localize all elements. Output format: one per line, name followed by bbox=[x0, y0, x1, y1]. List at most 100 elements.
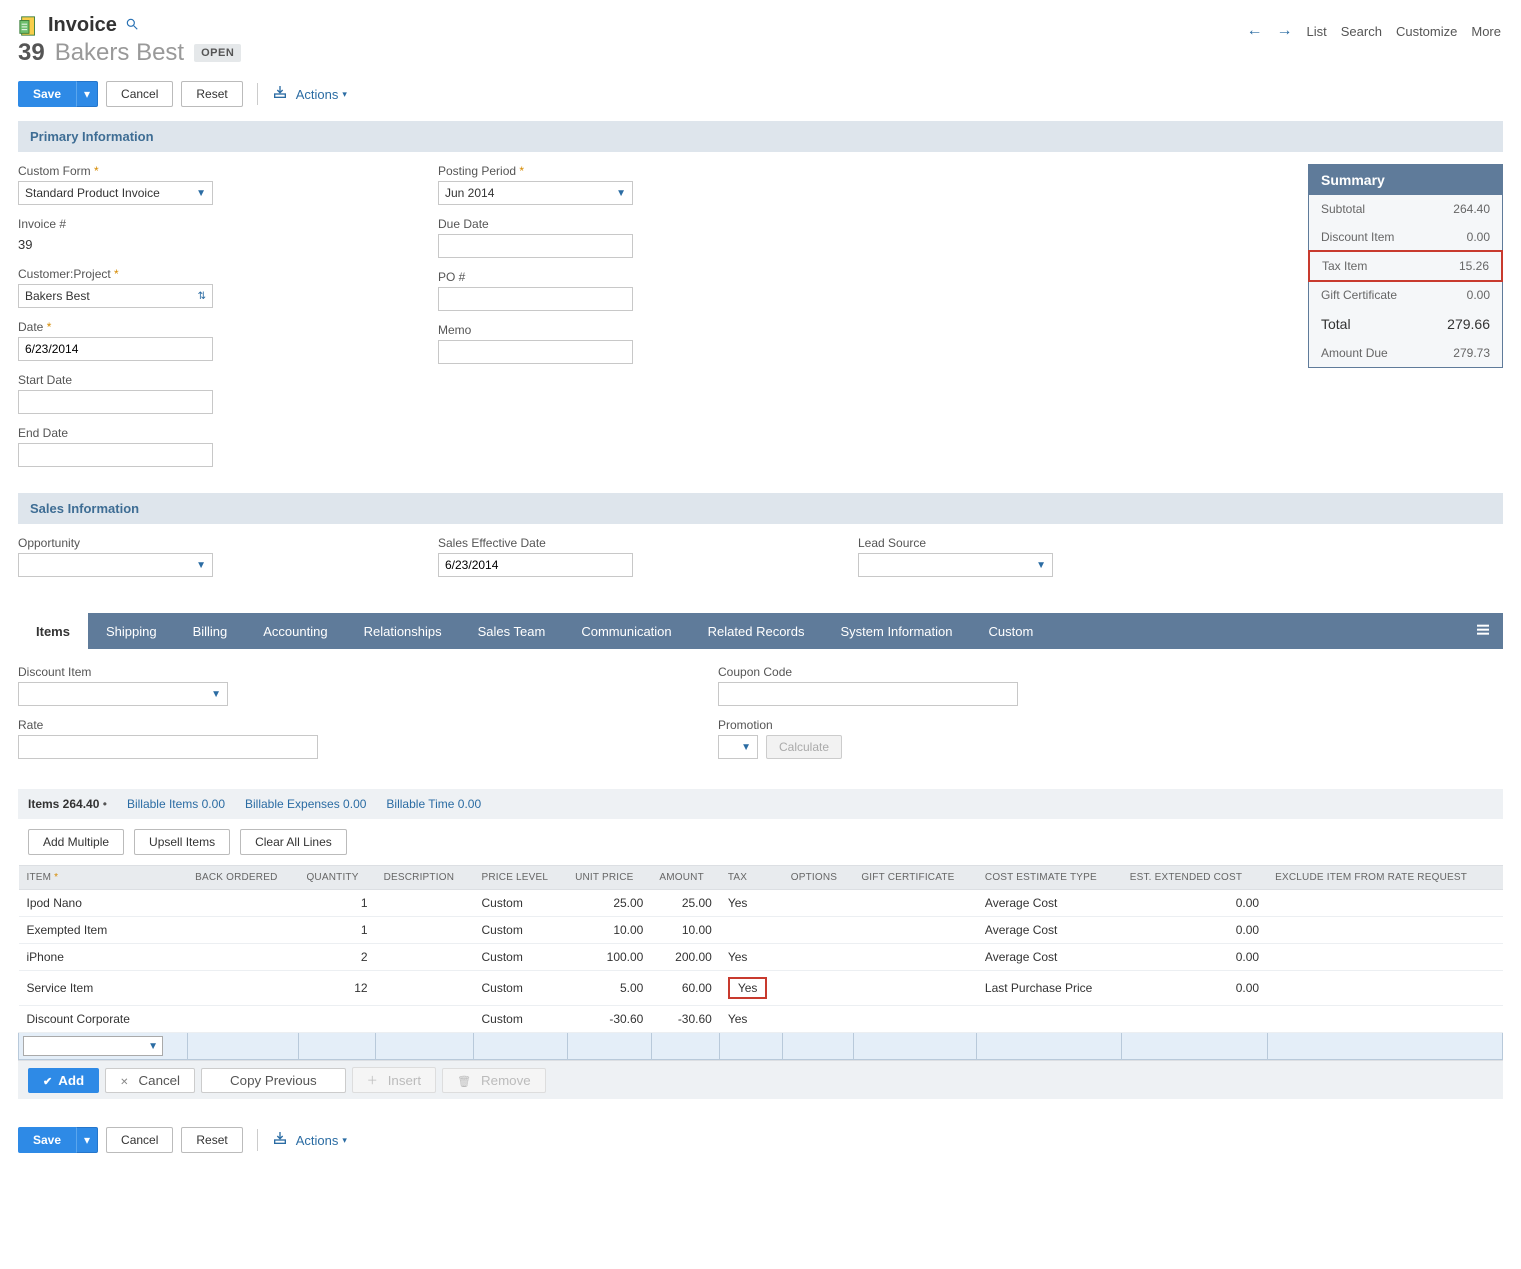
col-gift[interactable]: Gift Certificate bbox=[853, 866, 977, 890]
tab-menu-icon[interactable] bbox=[1463, 622, 1503, 641]
tab-custom[interactable]: Custom bbox=[970, 613, 1051, 649]
memo-input[interactable] bbox=[438, 340, 633, 364]
summary-gift-value: 0.00 bbox=[1467, 288, 1490, 302]
discount-item-label: Discount Item bbox=[18, 665, 318, 679]
new-item-select[interactable]: ▼ bbox=[23, 1036, 163, 1056]
nav-forward-icon[interactable]: → bbox=[1277, 22, 1293, 40]
opportunity-select[interactable]: ▼ bbox=[18, 553, 213, 577]
col-tax[interactable]: Tax bbox=[720, 866, 783, 890]
status-badge: OPEN bbox=[194, 44, 241, 62]
record-number: 39 bbox=[18, 39, 45, 67]
items-summary-bar: Items 264.40 • Billable Items 0.00 Billa… bbox=[18, 789, 1503, 819]
footer-cancel-button[interactable]: Cancel bbox=[106, 1127, 173, 1153]
tab-accounting[interactable]: Accounting bbox=[245, 613, 345, 649]
section-primary-info: Primary Information bbox=[18, 121, 1503, 152]
col-desc[interactable]: Description bbox=[376, 866, 474, 890]
col-extcost[interactable]: Est. Extended Cost bbox=[1122, 866, 1267, 890]
tab-communication[interactable]: Communication bbox=[563, 613, 689, 649]
footer-actions-menu[interactable]: Actions▾ bbox=[296, 1133, 347, 1148]
line-items-grid: Item Back Ordered Quantity Description P… bbox=[18, 865, 1503, 1060]
summary-tax-label: Tax Item bbox=[1322, 259, 1367, 273]
summary-total-label: Total bbox=[1321, 316, 1351, 332]
new-line-row[interactable]: ▼ bbox=[19, 1033, 1503, 1060]
table-row[interactable]: Service Item12Custom5.0060.00YesLast Pur… bbox=[19, 971, 1503, 1006]
row-copy-button[interactable]: Copy Previous bbox=[201, 1068, 346, 1093]
add-multiple-button[interactable]: Add Multiple bbox=[28, 829, 124, 855]
table-row[interactable]: Discount CorporateCustom-30.60-30.60Yes bbox=[19, 1006, 1503, 1033]
customer-label: Customer:Project bbox=[18, 267, 398, 281]
discount-item-select[interactable]: ▼ bbox=[18, 682, 228, 706]
coupon-label: Coupon Code bbox=[718, 665, 1018, 679]
tab-system-information[interactable]: System Information bbox=[822, 613, 970, 649]
cancel-button[interactable]: Cancel bbox=[106, 81, 173, 107]
due-input[interactable] bbox=[438, 234, 633, 258]
summary-due-value: 279.73 bbox=[1453, 346, 1490, 360]
coupon-input[interactable] bbox=[718, 682, 1018, 706]
calculate-button[interactable]: Calculate bbox=[766, 735, 842, 759]
due-label: Due Date bbox=[438, 217, 818, 231]
tab-related-records[interactable]: Related Records bbox=[690, 613, 823, 649]
start-date-input[interactable] bbox=[18, 390, 213, 414]
tab-shipping[interactable]: Shipping bbox=[88, 613, 175, 649]
po-input[interactable] bbox=[438, 287, 633, 311]
upsell-button[interactable]: Upsell Items bbox=[134, 829, 230, 855]
footer-save-dropdown-icon[interactable]: ▾ bbox=[76, 1127, 98, 1153]
custom-form-label: Custom Form bbox=[18, 164, 398, 178]
footer-actions-icon[interactable] bbox=[272, 1130, 288, 1150]
col-backordered[interactable]: Back Ordered bbox=[187, 866, 298, 890]
customer-select[interactable]: Bakers Best⇅ bbox=[18, 284, 213, 308]
po-label: PO # bbox=[438, 270, 818, 284]
billable-expenses-link[interactable]: Billable Expenses 0.00 bbox=[245, 797, 366, 811]
custom-form-select[interactable]: Standard Product Invoice▼ bbox=[18, 181, 213, 205]
tab-billing[interactable]: Billing bbox=[175, 613, 246, 649]
col-options[interactable]: Options bbox=[783, 866, 854, 890]
nav-search[interactable]: Search bbox=[1341, 24, 1382, 39]
nav-list[interactable]: List bbox=[1307, 24, 1327, 39]
date-input[interactable] bbox=[18, 337, 213, 361]
tab-items[interactable]: Items bbox=[18, 613, 88, 649]
effective-input[interactable] bbox=[438, 553, 633, 577]
save-dropdown-icon[interactable]: ▾ bbox=[76, 81, 98, 107]
row-remove-button: Remove bbox=[442, 1068, 546, 1093]
row-add-button[interactable]: Add bbox=[28, 1068, 99, 1093]
invoice-num-value: 39 bbox=[18, 234, 398, 255]
table-row[interactable]: Exempted Item1Custom10.0010.00Average Co… bbox=[19, 917, 1503, 944]
separator bbox=[257, 1129, 258, 1151]
end-date-input[interactable] bbox=[18, 443, 213, 467]
col-item[interactable]: Item bbox=[19, 866, 188, 890]
search-icon[interactable] bbox=[125, 17, 139, 35]
nav-more[interactable]: More bbox=[1471, 24, 1501, 39]
footer-save-button[interactable]: Save bbox=[18, 1127, 76, 1153]
col-amount[interactable]: Amount bbox=[651, 866, 719, 890]
col-pricelevel[interactable]: Price Level bbox=[474, 866, 568, 890]
col-exclude[interactable]: Exclude Item From Rate Request bbox=[1267, 866, 1502, 890]
col-qty[interactable]: Quantity bbox=[298, 866, 375, 890]
clear-lines-button[interactable]: Clear All Lines bbox=[240, 829, 347, 855]
table-row[interactable]: iPhone2Custom100.00200.00YesAverage Cost… bbox=[19, 944, 1503, 971]
lead-select[interactable]: ▼ bbox=[858, 553, 1053, 577]
save-button[interactable]: Save bbox=[18, 81, 76, 107]
nav-back-icon[interactable]: ← bbox=[1247, 22, 1263, 40]
summary-total-value: 279.66 bbox=[1447, 316, 1490, 332]
reset-button[interactable]: Reset bbox=[181, 81, 242, 107]
invoice-icon bbox=[18, 15, 40, 37]
billable-time-link[interactable]: Billable Time 0.00 bbox=[386, 797, 481, 811]
summary-due-label: Amount Due bbox=[1321, 346, 1388, 360]
actions-icon[interactable] bbox=[272, 84, 288, 104]
section-sales-info: Sales Information bbox=[18, 493, 1503, 524]
footer-reset-button[interactable]: Reset bbox=[181, 1127, 242, 1153]
main-toolbar: Save ▾ Cancel Reset Actions▾ bbox=[18, 81, 1503, 107]
nav-customize[interactable]: Customize bbox=[1396, 24, 1457, 39]
tab-relationships[interactable]: Relationships bbox=[346, 613, 460, 649]
table-row[interactable]: Ipod Nano1Custom25.0025.00YesAverage Cos… bbox=[19, 890, 1503, 917]
footer-toolbar: Save ▾ Cancel Reset Actions▾ bbox=[18, 1127, 1503, 1153]
col-costtype[interactable]: Cost Estimate Type bbox=[977, 866, 1122, 890]
posting-select[interactable]: Jun 2014▼ bbox=[438, 181, 633, 205]
row-cancel-button[interactable]: Cancel bbox=[105, 1068, 195, 1093]
col-unitprice[interactable]: Unit Price bbox=[567, 866, 651, 890]
promotion-select[interactable]: ▼ bbox=[718, 735, 758, 759]
tab-sales-team[interactable]: Sales Team bbox=[460, 613, 564, 649]
rate-input[interactable] bbox=[18, 735, 318, 759]
billable-items-link[interactable]: Billable Items 0.00 bbox=[127, 797, 225, 811]
actions-menu[interactable]: Actions▾ bbox=[296, 87, 347, 102]
